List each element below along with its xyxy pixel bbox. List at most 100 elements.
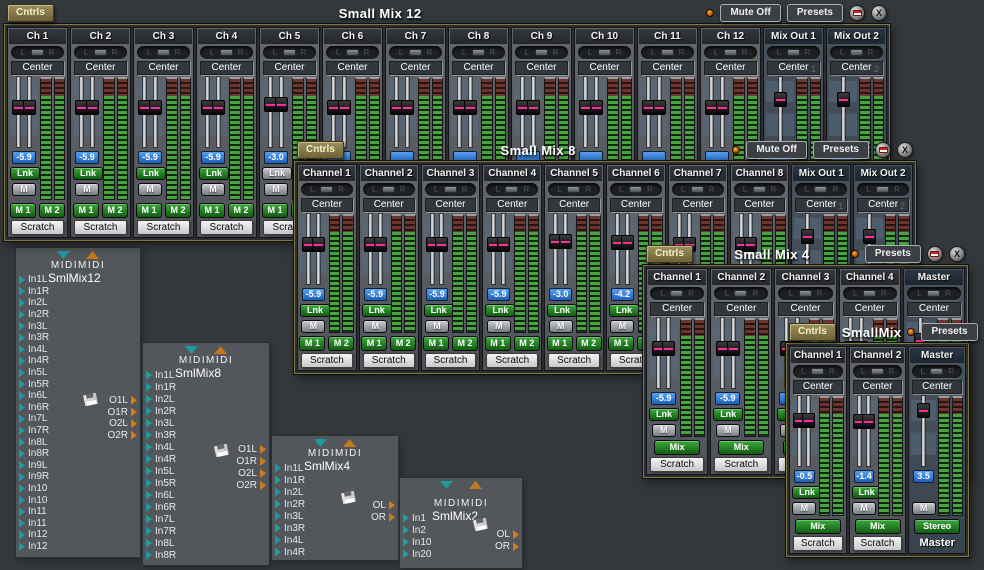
fader-track[interactable]: [28, 77, 31, 147]
input-port[interactable]: In9L: [19, 460, 47, 472]
mute-off-button[interactable]: Mute Off: [720, 4, 781, 22]
value-readout[interactable]: -1.4: [854, 470, 875, 483]
output-port[interactable]: O1L: [109, 395, 137, 407]
pan-control[interactable]: LR: [912, 365, 962, 378]
input-port[interactable]: In2L: [275, 486, 303, 498]
scratch-button[interactable]: Scratch: [200, 220, 253, 235]
fader-track[interactable]: [564, 214, 567, 284]
fader-track[interactable]: [143, 77, 146, 147]
pan-control[interactable]: LR: [363, 183, 415, 196]
fader-track[interactable]: [721, 77, 724, 147]
pan-control[interactable]: LR: [793, 365, 843, 378]
fader-track[interactable]: [206, 77, 209, 147]
pan-control[interactable]: LR: [641, 46, 694, 59]
fader-track[interactable]: [858, 396, 861, 466]
input-port[interactable]: In10: [403, 536, 431, 548]
m1-button[interactable]: M 1: [361, 336, 387, 351]
lnk-button[interactable]: Lnk: [362, 304, 392, 317]
pan-control[interactable]: LR: [734, 183, 786, 196]
output-port[interactable]: OR: [371, 511, 395, 523]
mute-button[interactable]: M: [652, 424, 676, 437]
scratch-button[interactable]: Scratch: [548, 353, 600, 368]
value-readout[interactable]: -5.9: [201, 151, 225, 164]
center-label[interactable]: Center: [263, 61, 316, 75]
pan-control[interactable]: LR: [548, 183, 600, 196]
fader-track[interactable]: [369, 214, 372, 284]
output-port[interactable]: O2L: [238, 467, 266, 479]
input-port[interactable]: In3R: [19, 332, 49, 344]
input-port[interactable]: In3L: [146, 417, 174, 429]
pan-control[interactable]: LR: [778, 287, 832, 300]
cntrls-button[interactable]: Cntrls: [646, 245, 693, 263]
pan-control[interactable]: LR: [263, 46, 316, 59]
m2-button[interactable]: M 2: [328, 336, 354, 351]
pan-control[interactable]: LR: [714, 287, 768, 300]
expand-triangle-icon[interactable]: [343, 439, 356, 447]
pan-knob[interactable]: [850, 49, 863, 56]
center-label[interactable]: Center: [11, 61, 64, 75]
pan-knob[interactable]: [472, 49, 485, 56]
input-port[interactable]: In1L: [146, 369, 174, 381]
pan-knob[interactable]: [382, 186, 395, 193]
close-button[interactable]: X: [897, 142, 913, 158]
pan-control[interactable]: LR: [326, 46, 379, 59]
value-readout[interactable]: -4.2: [611, 288, 634, 301]
center-label[interactable]: Center: [363, 198, 415, 212]
fader-track[interactable]: [343, 77, 346, 147]
center-label[interactable]: Center2: [830, 61, 883, 75]
fader-handle[interactable]: [727, 341, 740, 356]
output-port[interactable]: O2L: [109, 418, 137, 430]
mute-button[interactable]: M: [852, 502, 876, 515]
output-port[interactable]: OL: [497, 529, 519, 541]
fader-handle[interactable]: [401, 100, 414, 115]
input-port[interactable]: In8R: [146, 549, 176, 561]
fader-handle[interactable]: [837, 92, 850, 107]
fader-handle[interactable]: [653, 100, 666, 115]
pan-control[interactable]: LR: [830, 46, 883, 59]
m1-button[interactable]: M 1: [608, 336, 634, 351]
input-port[interactable]: In8R: [19, 448, 49, 460]
center-label[interactable]: Center: [793, 380, 843, 394]
center-label[interactable]: Center1: [767, 61, 820, 75]
pan-control[interactable]: LR: [74, 46, 127, 59]
input-port[interactable]: In1L: [19, 274, 47, 286]
output-port[interactable]: O2R: [107, 429, 137, 441]
m2-button[interactable]: M 2: [102, 203, 128, 218]
pan-knob[interactable]: [220, 49, 233, 56]
lnk-button[interactable]: Lnk: [424, 304, 454, 317]
center-label[interactable]: Center: [912, 380, 962, 394]
input-port[interactable]: In10: [19, 494, 47, 506]
lnk-button[interactable]: Lnk: [609, 304, 639, 317]
fader-track[interactable]: [657, 318, 660, 388]
fader-handle[interactable]: [917, 403, 930, 418]
value-readout[interactable]: -0.5: [794, 470, 815, 483]
fader-track[interactable]: [469, 77, 472, 147]
input-port[interactable]: In5L: [146, 465, 174, 477]
fader-track[interactable]: [521, 77, 524, 147]
fader-track[interactable]: [584, 77, 587, 147]
center-label[interactable]: Center: [137, 61, 190, 75]
pan-control[interactable]: LR: [795, 183, 847, 196]
scratch-button[interactable]: Scratch: [137, 220, 190, 235]
input-port[interactable]: In3R: [275, 522, 305, 534]
pan-control[interactable]: LR: [610, 183, 662, 196]
fader-track[interactable]: [431, 214, 434, 284]
m2-button[interactable]: M 2: [452, 336, 478, 351]
fader-handle[interactable]: [802, 413, 815, 428]
input-port[interactable]: In11: [19, 518, 47, 530]
center-label[interactable]: Center2: [857, 198, 909, 212]
value-readout[interactable]: -5.9: [12, 151, 36, 164]
center-label[interactable]: Center: [425, 198, 477, 212]
input-port[interactable]: In6L: [19, 390, 47, 402]
pan-control[interactable]: LR: [137, 46, 190, 59]
value-readout[interactable]: -5.9: [715, 392, 740, 405]
center-label[interactable]: Center: [548, 198, 600, 212]
input-port[interactable]: In3L: [19, 320, 47, 332]
pan-control[interactable]: LR: [907, 287, 961, 300]
fader-track[interactable]: [154, 77, 157, 147]
fader-handle[interactable]: [212, 100, 225, 115]
fader-handle[interactable]: [497, 237, 510, 252]
pan-knob[interactable]: [670, 290, 683, 297]
input-port[interactable]: In12: [19, 541, 47, 553]
pan-knob[interactable]: [598, 49, 611, 56]
